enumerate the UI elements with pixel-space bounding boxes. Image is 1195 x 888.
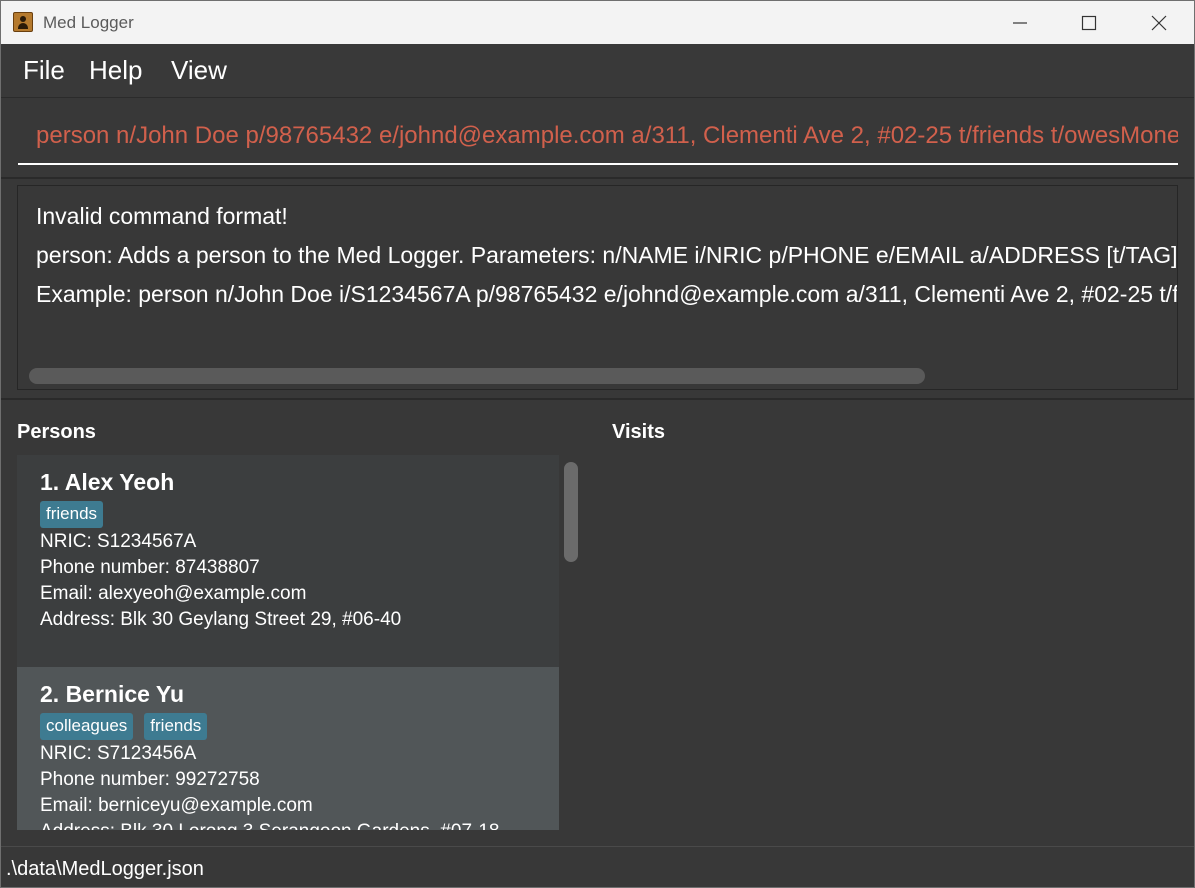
persons-label: Persons xyxy=(17,421,96,443)
menu-view[interactable]: View xyxy=(171,55,227,86)
person-card-selected[interactable]: 2. Bernice Yu colleagues friends NRIC: S… xyxy=(17,667,559,830)
person-phone: Phone number: 87438807 xyxy=(40,557,260,578)
maximize-icon xyxy=(1081,15,1097,30)
command-box: person n/John Doe p/98765432 e/johnd@exa… xyxy=(1,99,1194,179)
app-window: Med Logger File Help View person n/John … xyxy=(0,0,1195,888)
tag-badge: colleagues xyxy=(40,713,134,740)
menu-help[interactable]: Help xyxy=(89,55,142,86)
minimize-button[interactable] xyxy=(985,1,1055,44)
command-input[interactable]: person n/John Doe p/98765432 e/johnd@exa… xyxy=(18,109,1178,165)
person-name: 2. Bernice Yu xyxy=(40,681,185,707)
menu-bar: File Help View xyxy=(1,44,1194,98)
person-address: Address: Blk 30 Geylang Street 29, #06-4… xyxy=(40,609,402,630)
result-horizontal-scrollbar[interactable] xyxy=(29,368,925,384)
tag-badge: friends xyxy=(40,501,104,528)
person-email: Email: alexyeoh@example.com xyxy=(40,583,307,604)
close-button[interactable] xyxy=(1124,1,1194,44)
result-line-usage: person: Adds a person to the Med Logger.… xyxy=(36,242,1178,268)
person-nric: NRIC: S7123456A xyxy=(40,743,197,764)
result-line-example: Example: person n/John Doe i/S1234567A p… xyxy=(36,281,1178,307)
person-email: Email: berniceyu@example.com xyxy=(40,795,313,816)
person-list-scrollbar[interactable] xyxy=(564,462,578,562)
close-icon xyxy=(1151,15,1167,30)
person-nric: NRIC: S1234567A xyxy=(40,531,197,552)
tag-badge: friends xyxy=(144,713,208,740)
app-logo-icon xyxy=(13,12,33,32)
menu-file[interactable]: File xyxy=(23,55,65,86)
person-address: Address: Blk 30 Lorong 3 Serangoon Garde… xyxy=(40,821,499,830)
person-tags: friends xyxy=(40,501,104,528)
person-phone: Phone number: 99272758 xyxy=(40,769,260,790)
result-line-error: Invalid command format! xyxy=(36,203,288,229)
maximize-button[interactable] xyxy=(1054,1,1124,44)
person-card[interactable]: 1. Alex Yeoh friends NRIC: S1234567A Pho… xyxy=(17,455,559,667)
minimize-icon xyxy=(1013,21,1027,24)
window-title: Med Logger xyxy=(43,13,134,32)
pane-divider xyxy=(1,398,1194,400)
visits-label: Visits xyxy=(612,421,665,443)
person-tags: colleagues friends xyxy=(40,713,208,740)
save-location: .\data\MedLogger.json xyxy=(6,858,204,880)
person-name: 1. Alex Yeoh xyxy=(40,469,175,495)
person-list: 1. Alex Yeoh friends NRIC: S1234567A Pho… xyxy=(17,455,559,830)
result-display: Invalid command format! person: Adds a p… xyxy=(17,185,1178,390)
status-bar: .\data\MedLogger.json xyxy=(1,846,1194,887)
title-bar[interactable]: Med Logger xyxy=(1,1,1194,44)
